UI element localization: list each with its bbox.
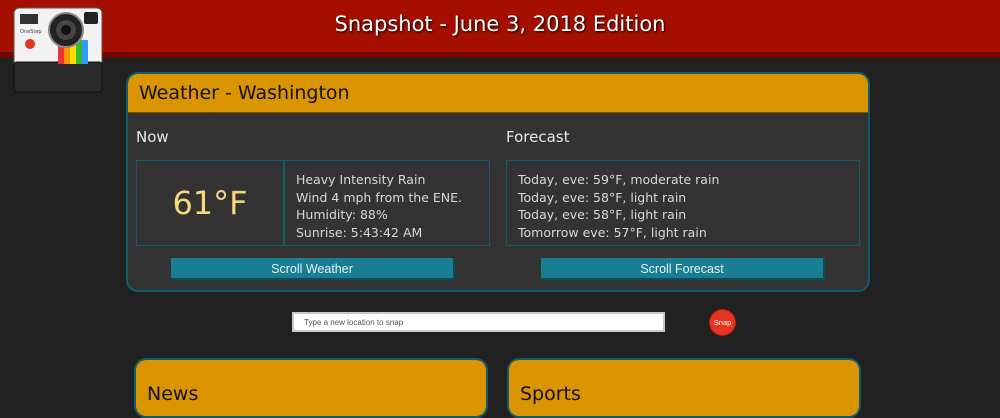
scroll-forecast-button[interactable]: Scroll Forecast: [541, 258, 825, 280]
sunrise-info: Sunrise: 5:43:42 AM: [296, 224, 423, 240]
forecast-item: Today, eve: 58°F, light rain: [518, 207, 687, 222]
news-panel: News: [134, 358, 488, 418]
forecast-item: Today, eve: 58°F, light rain: [518, 189, 687, 205]
instant-camera-icon: OneStep: [13, 7, 103, 93]
wind-info: Wind 4 mph from the ENE.: [296, 189, 462, 205]
forecast-item: Today, eve: 59°F, moderate rain: [518, 172, 720, 187]
snap-button[interactable]: Snap: [709, 309, 736, 336]
sports-panel: Sports: [507, 358, 861, 418]
current-temperature: 61°F: [136, 160, 284, 246]
sports-panel-title: Sports: [509, 360, 859, 416]
logo-brand-text: OneStep: [20, 29, 42, 35]
location-search-input[interactable]: [292, 312, 665, 332]
forecast-label: Forecast: [506, 128, 570, 146]
top-bar: Snapshot - June 3, 2018 Edition: [0, 0, 1000, 58]
page-title: Snapshot - June 3, 2018 Edition: [334, 12, 666, 36]
forecast-list: Today, eve: 59°F, moderate rain Today, e…: [506, 160, 860, 246]
news-panel-title: News: [136, 360, 486, 416]
now-label: Now: [136, 128, 169, 146]
weather-panel-title: Weather - Washington: [128, 74, 868, 113]
humidity-info: Humidity: 88%: [296, 207, 388, 222]
forecast-item: Tomorrow eve: 57°F, light rain: [518, 224, 707, 240]
condition-description: Heavy Intensity Rain: [296, 172, 426, 187]
weather-panel: Weather - Washington Now Forecast 61°F H…: [126, 72, 870, 292]
scroll-weather-button[interactable]: Scroll Weather: [171, 258, 455, 280]
current-conditions: Heavy Intensity Rain Wind 4 mph from the…: [284, 160, 490, 246]
